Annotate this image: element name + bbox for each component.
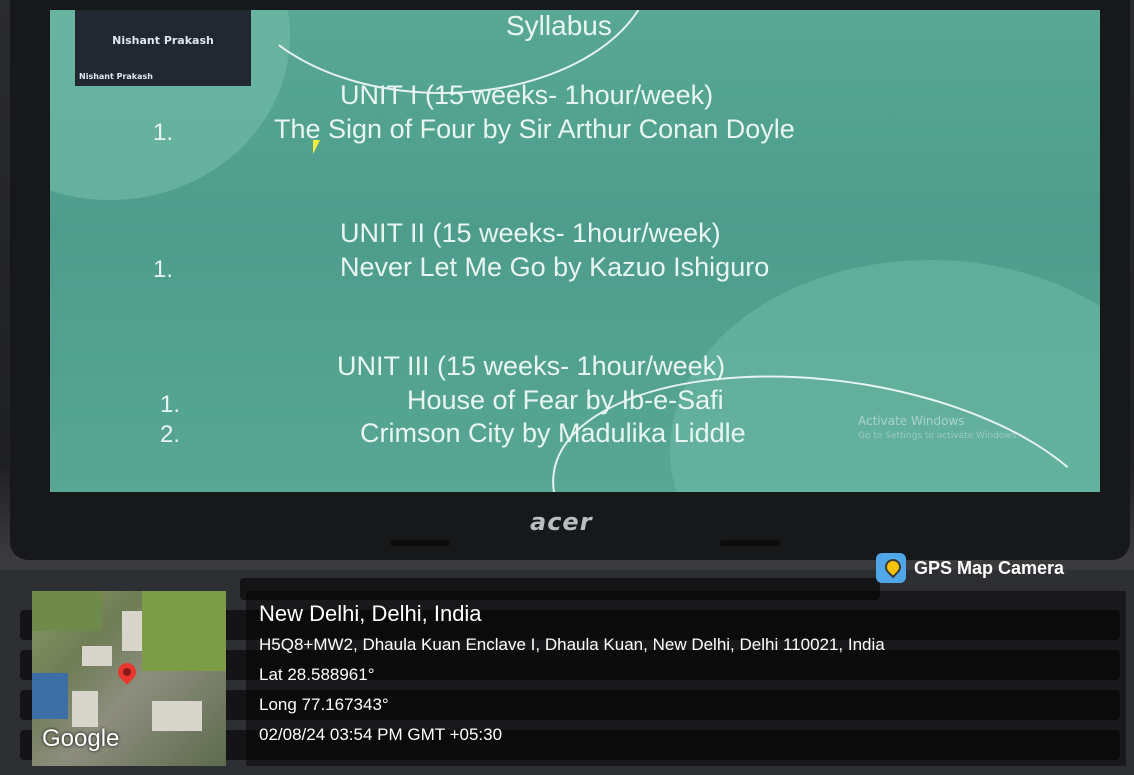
- location-map-thumbnail: Google: [32, 591, 226, 766]
- map-building: [122, 611, 142, 651]
- presentation-screen: Nishant Prakash Nishant Prakash Syllabus…: [50, 10, 1100, 492]
- map-pin-icon: [114, 659, 140, 685]
- unit-1-heading: UNIT I (15 weeks- 1hour/week): [340, 80, 714, 110]
- map-building: [32, 673, 68, 719]
- latitude: Lat 28.588961°: [259, 665, 375, 684]
- unit-3-item-1-number: 1.: [160, 391, 181, 418]
- timestamp: 02/08/24 03:54 PM GMT +05:30: [259, 725, 503, 744]
- participant-name: Nishant Prakash: [112, 34, 214, 47]
- location-city: New Delhi, Delhi, India: [259, 601, 482, 626]
- map-field: [142, 591, 226, 671]
- screen-bezel: Nishant Prakash Nishant Prakash Syllabus…: [10, 0, 1130, 560]
- longitude: Long 77.167343°: [259, 695, 389, 714]
- unit-3-heading: UNIT III (15 weeks- 1hour/week): [337, 351, 726, 381]
- mouse-cursor-icon: [313, 140, 320, 154]
- participant-video-tile[interactable]: Nishant Prakash Nishant Prakash: [75, 10, 251, 86]
- location-info-panel: New Delhi, Delhi, India H5Q8+MW2, Dhaula…: [246, 591, 1126, 766]
- unit-3-item-1: House of Fear by Ib-e-Safi: [407, 385, 724, 415]
- map-field: [32, 591, 102, 631]
- unit-3-item-2: Crimson City by Madulika Liddle: [360, 418, 746, 448]
- participant-label: Nishant Prakash: [79, 72, 153, 81]
- map-building: [72, 691, 98, 727]
- unit-3-item-2-number: 2.: [160, 421, 181, 448]
- unit-2-heading: UNIT II (15 weeks- 1hour/week): [340, 218, 721, 248]
- gps-camera-app-icon: [876, 553, 906, 583]
- gps-map-camera-badge: GPS Map Camera: [876, 551, 1064, 585]
- unit-1-item-1-number: 1.: [153, 119, 174, 146]
- hinge: [720, 540, 780, 546]
- map-building: [152, 701, 202, 731]
- google-logo: Google: [42, 725, 120, 752]
- unit-1-item-1: The Sign of Four by Sir Arthur Conan Doy…: [274, 114, 795, 144]
- unit-2-item-1-number: 1.: [153, 256, 174, 283]
- acer-logo: acer: [530, 508, 593, 536]
- unit-2-item-1: Never Let Me Go by Kazuo Ishiguro: [340, 252, 770, 282]
- slide-title: Syllabus: [506, 10, 612, 41]
- hinge: [390, 540, 450, 546]
- activate-windows-hint: Go to Settings to activate Windows.: [858, 431, 1020, 441]
- activate-windows-title: Activate Windows: [858, 414, 965, 428]
- location-address: H5Q8+MW2, Dhaula Kuan Enclave I, Dhaula …: [259, 635, 885, 654]
- map-building: [82, 646, 112, 666]
- gps-app-name: GPS Map Camera: [914, 557, 1065, 578]
